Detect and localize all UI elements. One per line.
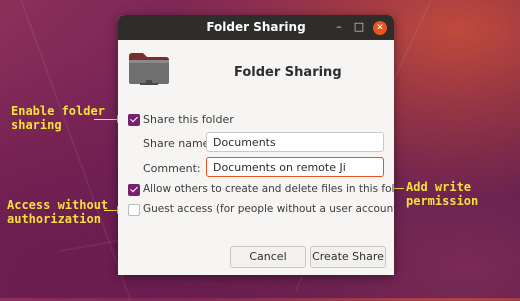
annotation-enable-sharing: Enable folder sharing bbox=[11, 104, 105, 132]
maximize-icon[interactable]: □ bbox=[352, 20, 366, 34]
dialog-heading: Folder Sharing bbox=[234, 65, 342, 80]
allow-write-checkbox[interactable] bbox=[128, 184, 140, 196]
share-folder-label[interactable]: Share this folder bbox=[143, 113, 234, 126]
annotation-line-access bbox=[104, 210, 118, 211]
annotation-access-without-auth: Access without authorization bbox=[7, 198, 109, 226]
minimize-icon[interactable]: – bbox=[332, 20, 346, 34]
dialog-header: Folder Sharing bbox=[118, 40, 394, 100]
guest-access-label[interactable]: Guest access (for people without a user … bbox=[143, 203, 394, 215]
comment-label: Comment: bbox=[143, 162, 201, 175]
comment-input[interactable] bbox=[206, 157, 384, 177]
folder-share-icon bbox=[129, 53, 169, 85]
cancel-button[interactable]: Cancel bbox=[230, 246, 306, 268]
share-name-label: Share name: bbox=[143, 137, 214, 150]
annotation-line-enable bbox=[94, 119, 118, 120]
create-share-button[interactable]: Create Share bbox=[310, 246, 386, 268]
share-folder-checkbox[interactable] bbox=[128, 114, 140, 126]
window-titlebar[interactable]: Folder Sharing – □ ✕ bbox=[118, 15, 394, 40]
close-icon[interactable]: ✕ bbox=[373, 21, 387, 35]
annotation-add-write: Add write permission bbox=[406, 180, 479, 208]
folder-sharing-dialog: Folder Sharing – □ ✕ Folder Sharing Shar… bbox=[118, 15, 394, 275]
guest-access-checkbox[interactable] bbox=[128, 204, 140, 216]
allow-write-label[interactable]: Allow others to create and delete files … bbox=[143, 183, 394, 195]
share-name-input[interactable] bbox=[206, 132, 384, 152]
